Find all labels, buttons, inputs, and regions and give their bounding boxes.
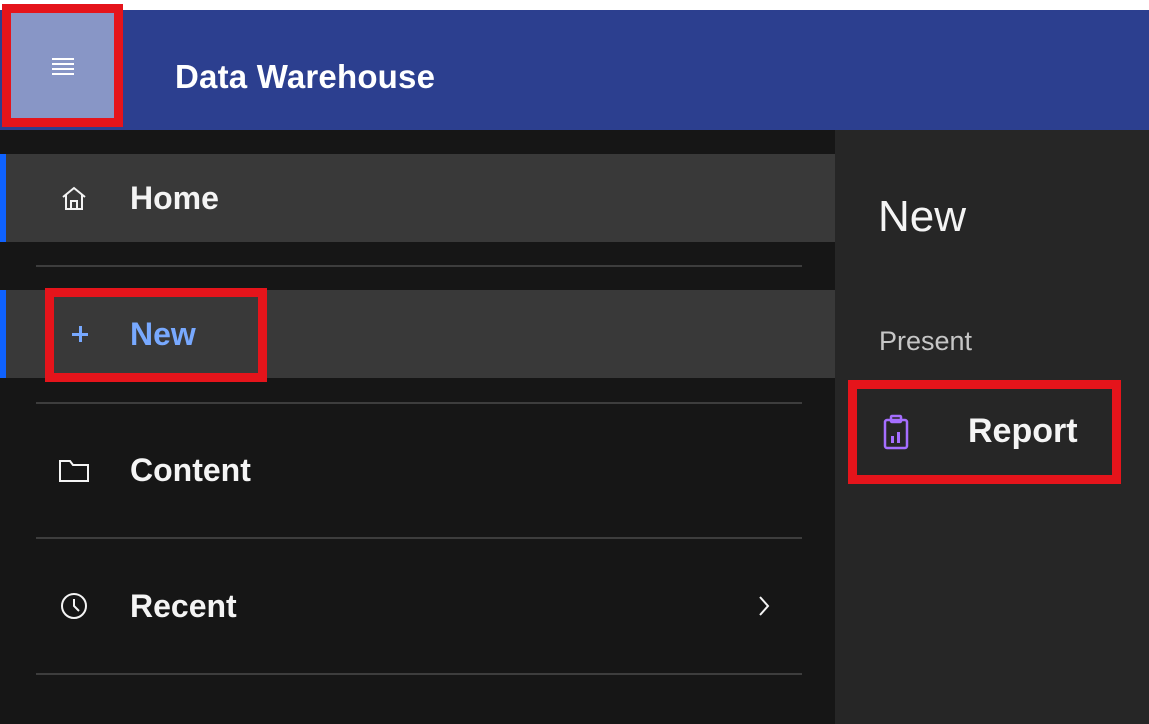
nav-item-label: Content — [130, 451, 251, 488]
plus-icon — [62, 316, 98, 352]
flyout-title: New — [878, 192, 967, 241]
report-icon — [882, 414, 910, 450]
divider — [36, 265, 802, 267]
clock-icon — [56, 588, 92, 624]
divider — [36, 673, 802, 675]
nav-item-new[interactable]: New — [0, 290, 835, 378]
folder-icon — [56, 452, 92, 488]
active-indicator — [0, 290, 6, 378]
section-label: Present — [879, 326, 973, 356]
active-indicator — [0, 154, 6, 242]
report-menu-item[interactable]: Report — [848, 380, 1121, 484]
app-title: Data Warehouse — [175, 58, 436, 95]
report-label: Report — [968, 412, 1078, 450]
divider — [36, 402, 802, 404]
nav-item-label: Recent — [130, 587, 237, 624]
app-header: Data Warehouse — [0, 10, 1149, 130]
nav-item-home[interactable]: Home — [0, 154, 835, 242]
nav-item-label: Home — [130, 179, 219, 216]
home-icon — [56, 180, 92, 216]
nav-item-label: New — [130, 315, 196, 352]
nav-item-recent[interactable]: Recent — [0, 562, 835, 650]
chevron-right-icon — [752, 588, 776, 624]
nav-item-content[interactable]: Content — [0, 426, 835, 514]
hamburger-menu-icon — [50, 55, 76, 77]
hamburger-menu-button[interactable] — [2, 4, 123, 127]
divider — [36, 537, 802, 539]
